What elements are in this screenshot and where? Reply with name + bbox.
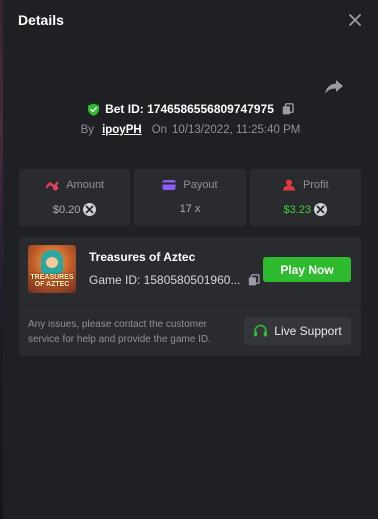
- shield-check-icon: [88, 103, 100, 116]
- share-icon[interactable]: [324, 79, 344, 95]
- profit-icon: [282, 179, 295, 191]
- panel-title: Details: [18, 12, 64, 28]
- coin-icon: [314, 203, 328, 216]
- game-name: Treasures of Aztec: [89, 250, 196, 264]
- panel-header: Details: [3, 0, 378, 40]
- coin-icon: [83, 203, 97, 216]
- bet-meta-row: By ipoyPH On 10/13/2022, 11:25:40 PM: [3, 124, 378, 136]
- thumbnail-face: [46, 257, 58, 268]
- divider: [19, 305, 361, 306]
- card-icon: [162, 180, 176, 190]
- game-id: Game ID: 1580580501960...: [89, 273, 241, 287]
- coins-icon: [46, 181, 59, 191]
- stat-amount-value: $0.20: [52, 203, 81, 216]
- close-button[interactable]: [346, 11, 364, 29]
- stat-amount-label: Amount: [66, 179, 105, 191]
- stat-payout-value: 17 x: [179, 203, 201, 215]
- stat-profit: Profit $3.23: [249, 169, 361, 226]
- live-support-button[interactable]: Live Support: [244, 317, 351, 345]
- help-text: Any issues, please contact the customer …: [28, 319, 211, 345]
- close-icon: [349, 14, 361, 26]
- stat-profit-value-row: $3.23: [284, 203, 328, 216]
- stat-amount: Amount $0.20: [19, 169, 131, 226]
- bet-id-row: Bet ID: 1746586556809747975: [3, 102, 378, 116]
- stat-payout-value-row: 17 x: [180, 203, 201, 215]
- game-thumbnail[interactable]: TREASURES OF AZTEC: [28, 245, 76, 293]
- bet-id: Bet ID: 1746586556809747975: [105, 102, 274, 116]
- stat-payout-label: Payout: [183, 179, 218, 191]
- username-link[interactable]: ipoyPH: [102, 124, 142, 136]
- stat-profit-label: Profit: [302, 179, 329, 191]
- by-label: By: [80, 124, 95, 136]
- stat-payout-label-row: Payout: [162, 179, 218, 191]
- headset-icon: [254, 324, 268, 337]
- copy-icon[interactable]: [248, 274, 261, 286]
- stat-profit-label-row: Profit: [282, 179, 329, 191]
- play-now-button[interactable]: Play Now: [263, 257, 351, 282]
- bet-datetime: 10/13/2022, 11:25:40 PM: [172, 124, 301, 136]
- details-panel: Details Bet ID: 1746586556809747975 By i…: [3, 0, 378, 519]
- stat-amount-label-row: Amount: [45, 179, 104, 191]
- live-support-label: Live Support: [274, 324, 342, 338]
- copy-icon[interactable]: [282, 103, 294, 115]
- on-label: On: [151, 124, 168, 136]
- bet-stats: Amount $0.20 Payout 17 x Profit $3.23: [19, 169, 361, 226]
- stat-profit-value: $3.23: [283, 203, 312, 216]
- game-id-row: Game ID: 1580580501960...: [89, 273, 261, 287]
- stat-payout: Payout 17 x: [134, 169, 246, 226]
- bet-info: Bet ID: 1746586556809747975 By ipoyPH On…: [3, 40, 378, 158]
- stat-amount-value-row: $0.20: [53, 203, 97, 216]
- game-card: TREASURES OF AZTEC Treasures of Aztec Ga…: [19, 237, 361, 356]
- thumbnail-title: TREASURES OF AZTEC: [30, 274, 74, 288]
